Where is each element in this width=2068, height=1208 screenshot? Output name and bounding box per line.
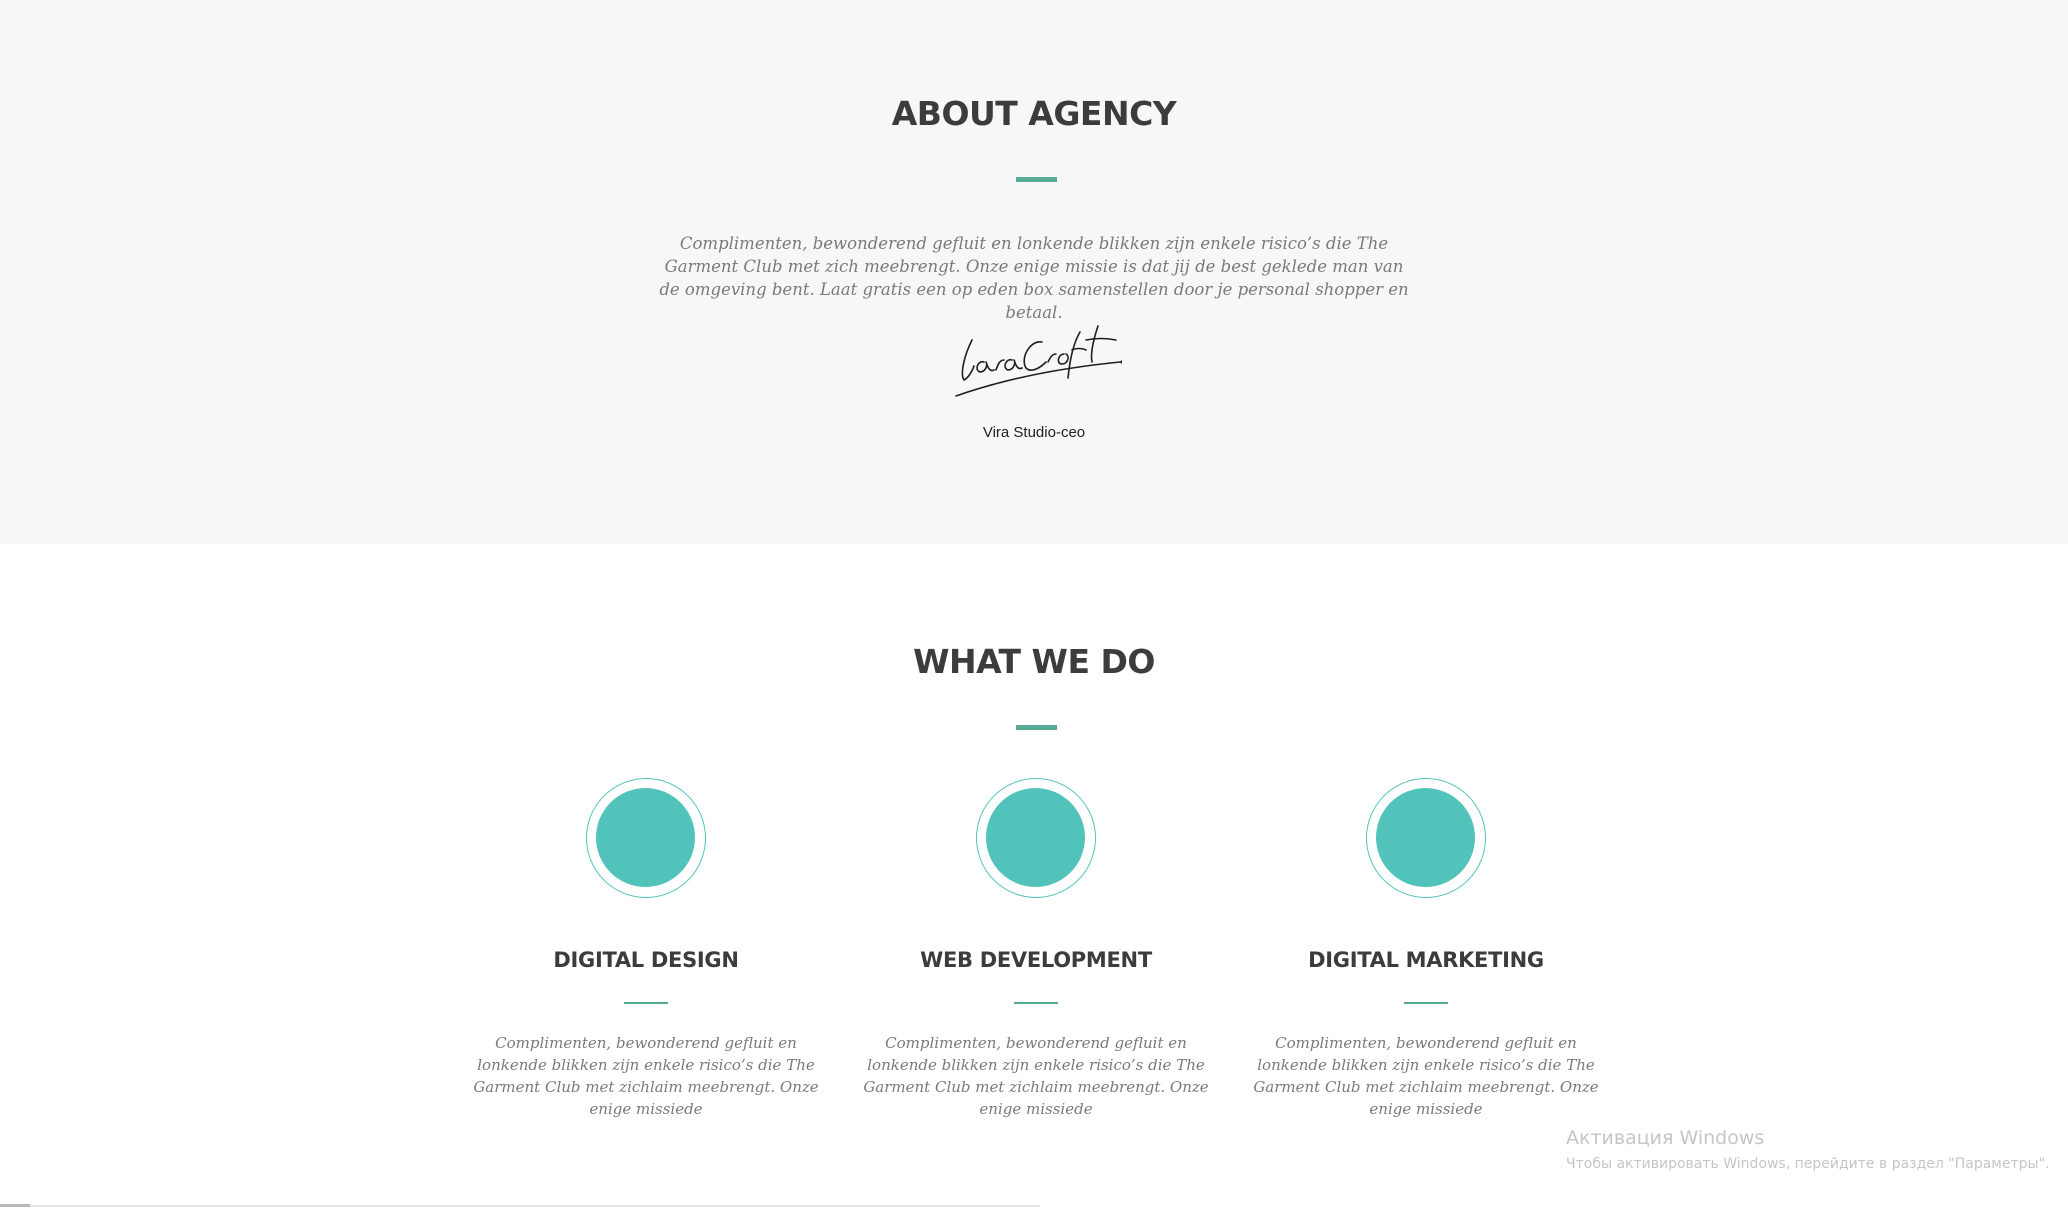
service-digital-design: DIGITAL DESIGN Complimenten, bewonderend… bbox=[456, 778, 836, 1118]
service-description: Complimenten, bewonderend gefluit en lon… bbox=[473, 1034, 819, 1118]
service-title: WEB DEVELOPMENT bbox=[920, 948, 1152, 972]
service-title: DIGITAL DESIGN bbox=[553, 948, 739, 972]
signature-image bbox=[950, 318, 1122, 400]
service-title: DIGITAL MARKETING bbox=[1308, 948, 1544, 972]
page-bottom-divider bbox=[0, 1205, 1040, 1207]
service-description: Complimenten, bewonderend gefluit en lon… bbox=[1253, 1034, 1599, 1118]
about-title: ABOUT AGENCY bbox=[891, 94, 1177, 133]
services-accent-divider bbox=[1016, 725, 1057, 730]
service-web-development: WEB DEVELOPMENT Complimenten, bewonderen… bbox=[846, 778, 1226, 1118]
service-circle-icon bbox=[586, 778, 706, 898]
service-digital-marketing: DIGITAL MARKETING Complimenten, bewonder… bbox=[1236, 778, 1616, 1118]
service-divider bbox=[1014, 1002, 1058, 1004]
service-circle-icon bbox=[976, 778, 1096, 898]
service-circle-fill bbox=[596, 788, 695, 887]
signature-icon bbox=[955, 325, 1122, 397]
about-description: Complimenten, bewonderend gefluit en lon… bbox=[659, 234, 1409, 322]
service-circle-fill bbox=[986, 788, 1085, 887]
windows-activation-watermark: Активация Windows Чтобы активировать Win… bbox=[1566, 1126, 2066, 1174]
service-description: Complimenten, bewonderend gefluit en lon… bbox=[863, 1034, 1209, 1118]
service-circle-fill bbox=[1376, 788, 1475, 887]
watermark-title: Активация Windows bbox=[1566, 1127, 1765, 1149]
page-bottom-marker bbox=[0, 1204, 30, 1207]
watermark-subtitle: Чтобы активировать Windows, перейдите в … bbox=[1566, 1156, 2050, 1172]
service-circle-icon bbox=[1366, 778, 1486, 898]
ceo-name: Vira Studio-ceo bbox=[982, 424, 1086, 441]
services-title: WHAT WE DO bbox=[913, 642, 1155, 681]
about-accent-divider bbox=[1016, 177, 1057, 182]
service-divider bbox=[1404, 1002, 1448, 1004]
service-divider bbox=[624, 1002, 668, 1004]
about-section: ABOUT AGENCY Complimenten, bewonderend g… bbox=[0, 0, 2068, 544]
